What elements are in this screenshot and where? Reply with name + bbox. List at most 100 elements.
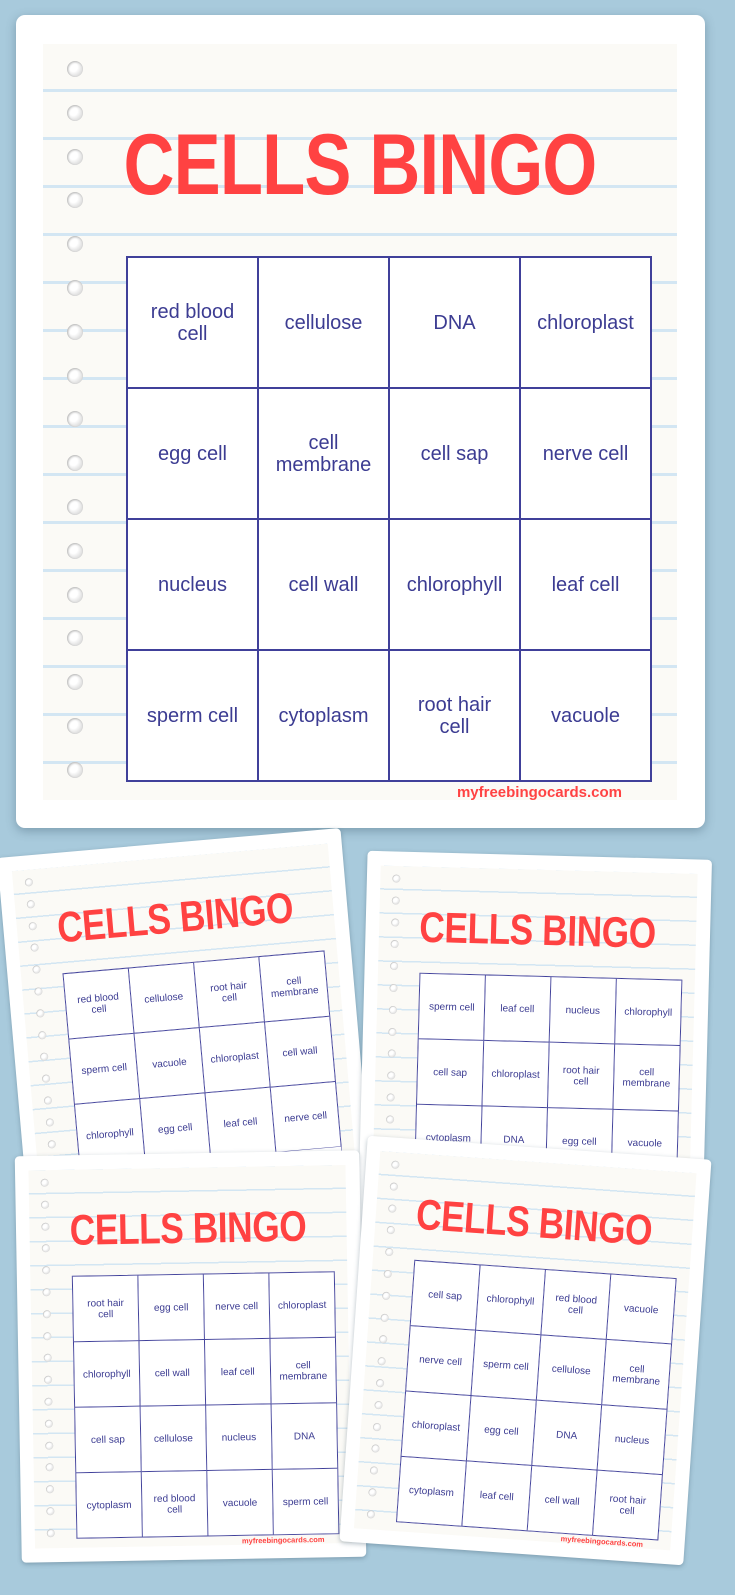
bingo-cell-label: root hair cell: [609, 1492, 647, 1517]
bingo-cell-label: chloroplast: [210, 1049, 260, 1065]
bingo-cell-label: DNA: [433, 311, 476, 334]
bingo-cell: nerve cell: [520, 388, 651, 519]
bingo-cell-label: nucleus: [614, 1432, 650, 1447]
bingo-cell: cellulose: [128, 962, 200, 1034]
binder-hole-icon: [67, 586, 83, 603]
card-title: CELLS BINGO: [414, 1190, 654, 1255]
binder-hole-icon: [42, 1288, 51, 1297]
binder-hole-icon: [67, 104, 83, 121]
bingo-cell: chloroplast: [268, 1271, 336, 1339]
bingo-cell: red blood cell: [141, 1470, 208, 1538]
bingo-grid: red blood cell cellulose DNA chloroplast egg…: [126, 256, 652, 782]
binder-hole-icon: [387, 1071, 396, 1080]
bingo-cell-label: sperm cell: [282, 1495, 329, 1508]
bingo-grid: root hair cell egg cell nerve cell chloropl…: [71, 1271, 340, 1539]
bingo-cell-label: cell sap: [420, 442, 489, 465]
binder-hole-icon: [47, 1139, 57, 1149]
bingo-cell-label: nucleus: [221, 1431, 257, 1443]
site-watermark: myfreebingocards.com: [241, 1535, 325, 1546]
bingo-cell: sperm cell: [127, 650, 258, 781]
bingo-cell-label: egg cell: [158, 442, 227, 465]
binder-hole-icon: [40, 1178, 49, 1187]
bingo-cell: root hair cell: [547, 1042, 615, 1110]
bingo-cell-label: vacuole: [627, 1136, 663, 1149]
bingo-cell-label: chlorophyll: [486, 1292, 535, 1307]
binder-hole-icon: [41, 1244, 50, 1253]
binder-hole-icon: [67, 236, 83, 253]
bingo-cell: egg cell: [137, 1274, 205, 1341]
bingo-cell-label: nucleus: [565, 1004, 601, 1017]
binder-hole-icon: [388, 1005, 398, 1015]
site-watermark: myfreebingocards.com: [456, 784, 622, 801]
binder-hole-icon: [375, 1378, 385, 1388]
bingo-cell: nerve cell: [270, 1081, 342, 1153]
binder-hole-icon: [372, 1422, 382, 1432]
preview-bingo-card: CELLS BINGO root hair cell egg cell nerve c…: [14, 1150, 367, 1563]
bingo-cell: chloroplast: [199, 1021, 271, 1093]
card-title: CELLS BINGO: [55, 883, 295, 952]
bingo-cell-label: root hair cell: [417, 693, 492, 738]
bingo-cell-label: nerve cell: [215, 1300, 259, 1313]
binder-hole-icon: [383, 1269, 393, 1279]
bingo-cell-label: cellulose: [153, 1432, 193, 1445]
bingo-cell: vacuole: [606, 1274, 677, 1344]
bingo-cell: nerve cell: [405, 1325, 476, 1396]
bingo-cell-label: leaf cell: [223, 1115, 258, 1130]
binder-hole-icon: [43, 1096, 53, 1105]
bingo-cell: sperm cell: [418, 973, 486, 1041]
bingo-cell-label: DNA: [293, 1430, 316, 1442]
bingo-cell: cellulose: [536, 1334, 607, 1405]
binder-hole-icon: [67, 630, 83, 647]
bingo-cell-label: cellulose: [284, 311, 363, 334]
bingo-cell: root hair cell: [389, 650, 520, 781]
bingo-cell: leaf cell: [204, 1338, 272, 1405]
bingo-cell-label: cytoplasm: [86, 1499, 132, 1511]
bingo-cell-label: cell membrane: [279, 1359, 328, 1382]
binder-hole-icon: [67, 367, 83, 384]
binder-hole-icon: [381, 1291, 391, 1301]
binder-hole-icon: [45, 1441, 54, 1450]
bingo-cell: red blood cell: [540, 1269, 611, 1340]
binder-hole-icon: [44, 1397, 53, 1406]
bingo-cell-label: vacuole: [151, 1056, 188, 1071]
bingo-cell-label: red blood cell: [153, 1492, 196, 1515]
bingo-cell: nerve cell: [203, 1272, 270, 1340]
binder-hole-icon: [386, 1093, 395, 1102]
binder-hole-icon: [390, 940, 399, 949]
bingo-cell-label: DNA: [555, 1428, 578, 1442]
binder-hole-icon: [390, 962, 399, 971]
bingo-cell: cell membrane: [258, 950, 330, 1022]
bingo-cell-label: nucleus: [158, 573, 227, 596]
binder-hole-icon: [67, 455, 83, 472]
bingo-cell: nucleus: [127, 519, 258, 650]
bingo-cell: cell membrane: [258, 388, 389, 519]
bingo-cell-label: cell wall: [282, 1044, 318, 1059]
bingo-cell-label: nerve cell: [283, 1109, 328, 1125]
bingo-cell-label: chlorophyll: [406, 573, 503, 596]
binder-hole-icon: [24, 878, 34, 887]
bingo-grid: cell sap chlorophyll red blood cell vacuole…: [395, 1259, 677, 1541]
bingo-cell-label: red blood cell: [76, 990, 120, 1016]
bingo-cell: DNA: [271, 1402, 338, 1470]
bingo-cell-label: red blood cell: [555, 1291, 598, 1316]
bingo-cell-label: sperm cell: [146, 704, 239, 727]
binder-hole-icon: [388, 1204, 397, 1213]
binder-hole-icon: [42, 1266, 51, 1275]
binder-hole-icon: [41, 1074, 51, 1084]
binder-hole-icon: [42, 1310, 52, 1319]
bingo-cell-label: vacuole: [551, 704, 620, 727]
binder-hole-icon: [374, 1400, 383, 1410]
bingo-cell: chloroplast: [520, 257, 651, 388]
bingo-cell-label: sperm cell: [81, 1061, 128, 1077]
binder-hole-icon: [46, 1529, 55, 1538]
bingo-cell-label: chloroplast: [277, 1299, 327, 1311]
bingo-cell-label: cell wall: [154, 1367, 190, 1379]
bingo-cell: leaf cell: [204, 1087, 276, 1159]
bingo-cell: root hair cell: [72, 1275, 139, 1342]
bingo-cell: cell wall: [258, 519, 389, 650]
bingo-cell: leaf cell: [461, 1460, 532, 1531]
bingo-cell-label: chloroplast: [537, 311, 634, 334]
binder-hole-icon: [391, 918, 400, 927]
bingo-cell-label: egg cell: [157, 1121, 193, 1136]
lined-paper: CELLS BINGO root hair cell egg cell nerve c…: [28, 1165, 353, 1549]
